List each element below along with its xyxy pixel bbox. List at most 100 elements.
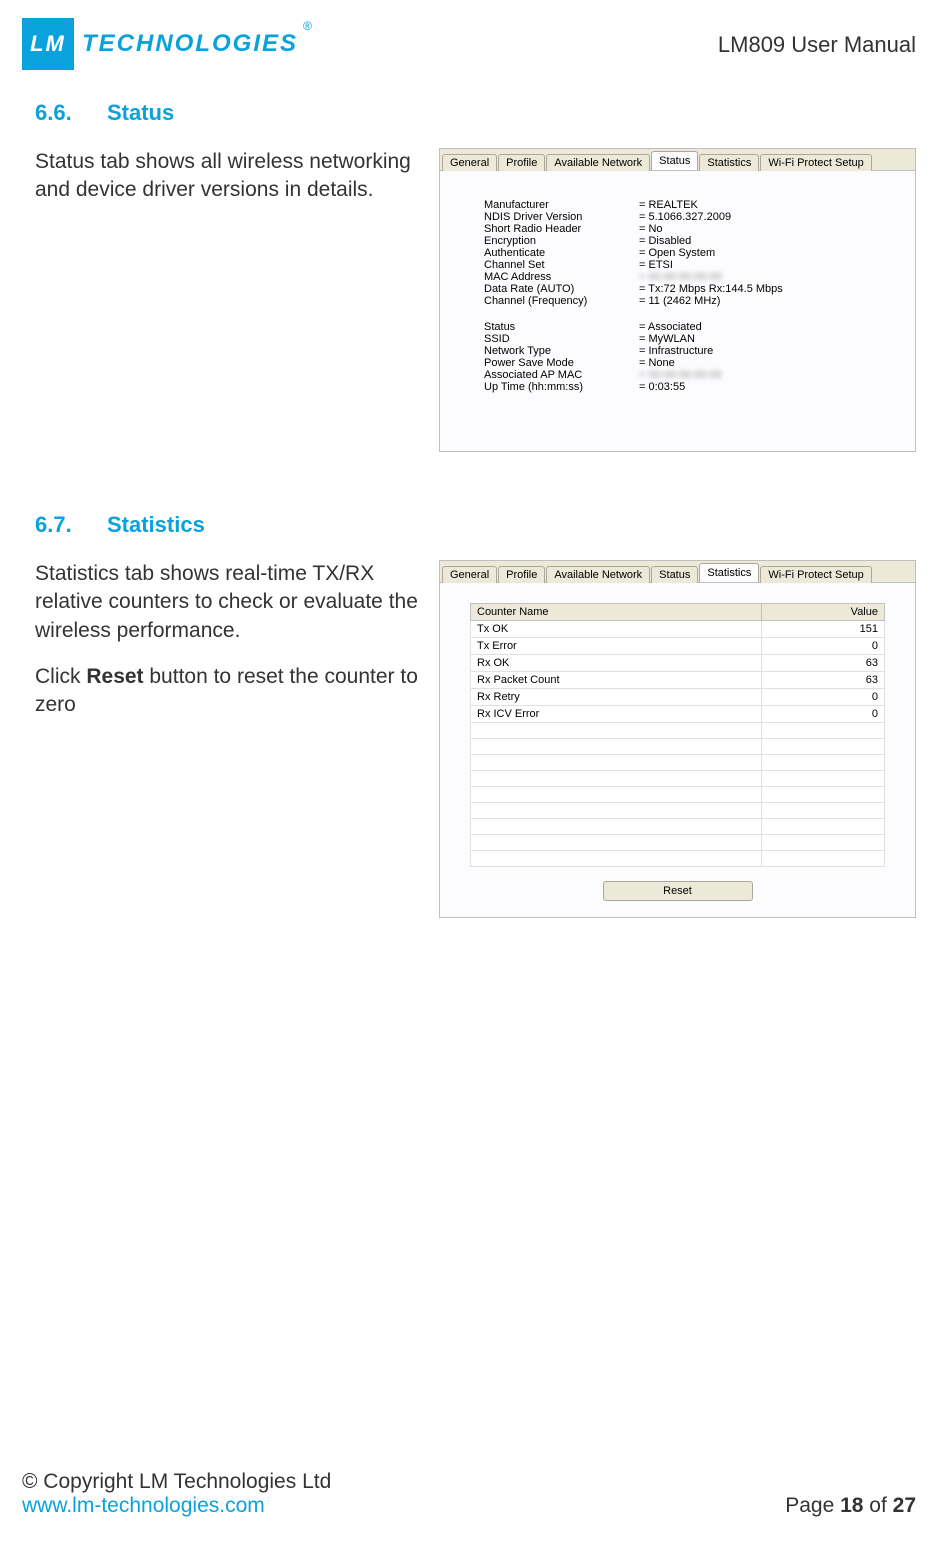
table-row: [471, 835, 885, 851]
desc-text-reset: Click Reset button to reset the counter …: [35, 663, 425, 720]
cell-empty: [762, 771, 885, 787]
status-key: Encryption: [484, 235, 639, 247]
status-value: 0:03:55: [639, 381, 685, 393]
section-number: 6.6.: [35, 100, 107, 126]
cell-empty: [762, 787, 885, 803]
table-row: [471, 787, 885, 803]
tab-wi-fi-protect-setup[interactable]: Wi-Fi Protect Setup: [760, 566, 871, 583]
cell-empty: [762, 851, 885, 867]
status-key: Associated AP MAC: [484, 369, 639, 381]
status-value: Associated: [639, 321, 702, 333]
col-counter-name: Counter Name: [471, 604, 762, 621]
status-key: Channel Set: [484, 259, 639, 271]
status-key: Authenticate: [484, 247, 639, 259]
status-value: Disabled: [639, 235, 691, 247]
status-value: 00:00:00:00:00: [639, 271, 722, 283]
status-key: Up Time (hh:mm:ss): [484, 381, 639, 393]
footer-left: © Copyright LM Technologies Ltd www.lm-t…: [22, 1470, 331, 1518]
cell-counter-name: Rx OK: [471, 655, 762, 672]
table-row: [471, 739, 885, 755]
logo-word: TECHNOLOGIES: [82, 30, 298, 58]
tab-status[interactable]: Status: [651, 566, 698, 583]
status-value: 5.1066.327.2009: [639, 211, 731, 223]
logo: LM TECHNOLOGIES ®: [22, 18, 315, 70]
status-body: ManufacturerREALTEKNDIS Driver Version5.…: [440, 171, 915, 451]
footer-url: www.lm-technologies.com: [22, 1494, 331, 1518]
tab-status[interactable]: Status: [651, 151, 698, 170]
status-value: None: [639, 357, 675, 369]
status-key: MAC Address: [484, 271, 639, 283]
status-value: 00:00:00:00:00: [639, 369, 722, 381]
tab-wi-fi-protect-setup[interactable]: Wi-Fi Protect Setup: [760, 154, 871, 171]
cell-empty: [762, 739, 885, 755]
copyright: © Copyright LM Technologies Ltd: [22, 1470, 331, 1494]
table-row: Rx ICV Error0: [471, 706, 885, 723]
table-row: [471, 851, 885, 867]
status-row: Channel SetETSI: [484, 259, 891, 271]
cell-value: 0: [762, 706, 885, 723]
section-status: 6.6.Status Status tab shows all wireless…: [0, 70, 938, 452]
tab-available-network[interactable]: Available Network: [546, 154, 650, 171]
status-key: Status: [484, 321, 639, 333]
status-row: Short Radio HeaderNo: [484, 223, 891, 235]
cell-empty: [471, 755, 762, 771]
cell-value: 151: [762, 621, 885, 638]
tab-profile[interactable]: Profile: [498, 566, 545, 583]
cell-counter-name: Rx ICV Error: [471, 706, 762, 723]
tab-bar: GeneralProfileAvailable NetworkStatusSta…: [440, 149, 915, 171]
section-statistics: 6.7.Statistics Statistics tab shows real…: [0, 452, 938, 918]
section-description: Statistics tab shows real-time TX/RX rel…: [35, 560, 425, 738]
cell-counter-name: Tx Error: [471, 638, 762, 655]
table-row: Rx OK63: [471, 655, 885, 672]
table-row: [471, 723, 885, 739]
table-row: [471, 755, 885, 771]
status-row: Up Time (hh:mm:ss)0:03:55: [484, 381, 891, 393]
status-row: ManufacturerREALTEK: [484, 199, 891, 211]
status-row: SSIDMyWLAN: [484, 333, 891, 345]
status-value: REALTEK: [639, 199, 698, 211]
tab-general[interactable]: General: [442, 566, 497, 583]
status-key: Manufacturer: [484, 199, 639, 211]
table-row: [471, 771, 885, 787]
status-key: Channel (Frequency): [484, 295, 639, 307]
tab-statistics[interactable]: Statistics: [699, 563, 759, 582]
section-description: Status tab shows all wireless networking…: [35, 148, 425, 223]
status-key: NDIS Driver Version: [484, 211, 639, 223]
cell-empty: [762, 803, 885, 819]
status-row: EncryptionDisabled: [484, 235, 891, 247]
table-row: Tx Error0: [471, 638, 885, 655]
status-row: MAC Address00:00:00:00:00: [484, 271, 891, 283]
cell-empty: [471, 723, 762, 739]
status-row: Associated AP MAC00:00:00:00:00: [484, 369, 891, 381]
status-key: Network Type: [484, 345, 639, 357]
tab-available-network[interactable]: Available Network: [546, 566, 650, 583]
status-key: SSID: [484, 333, 639, 345]
section-title: Statistics: [107, 512, 205, 537]
status-row: NDIS Driver Version5.1066.327.2009: [484, 211, 891, 223]
status-value: Infrastructure: [639, 345, 713, 357]
tab-profile[interactable]: Profile: [498, 154, 545, 171]
section-heading: 6.6.Status: [35, 100, 916, 126]
status-value: Tx:72 Mbps Rx:144.5 Mbps: [639, 283, 783, 295]
cell-empty: [762, 819, 885, 835]
status-window: GeneralProfileAvailable NetworkStatusSta…: [439, 148, 916, 452]
status-row: StatusAssociated: [484, 321, 891, 333]
tab-general[interactable]: General: [442, 154, 497, 171]
status-row: Network TypeInfrastructure: [484, 345, 891, 357]
reset-button[interactable]: Reset: [603, 881, 753, 901]
status-info-group1: ManufacturerREALTEKNDIS Driver Version5.…: [484, 199, 891, 307]
document-title: LM809 User Manual: [718, 18, 916, 58]
status-key: Power Save Mode: [484, 357, 639, 369]
table-row: [471, 819, 885, 835]
cell-value: 63: [762, 672, 885, 689]
cell-counter-name: Tx OK: [471, 621, 762, 638]
logo-icon: LM: [22, 18, 74, 70]
cell-counter-name: Rx Retry: [471, 689, 762, 706]
cell-empty: [762, 723, 885, 739]
logo-initials: LM: [30, 31, 66, 57]
status-row: AuthenticateOpen System: [484, 247, 891, 259]
cell-value: 63: [762, 655, 885, 672]
tab-statistics[interactable]: Statistics: [699, 154, 759, 171]
status-value: No: [639, 223, 663, 235]
table-row: Rx Retry0: [471, 689, 885, 706]
